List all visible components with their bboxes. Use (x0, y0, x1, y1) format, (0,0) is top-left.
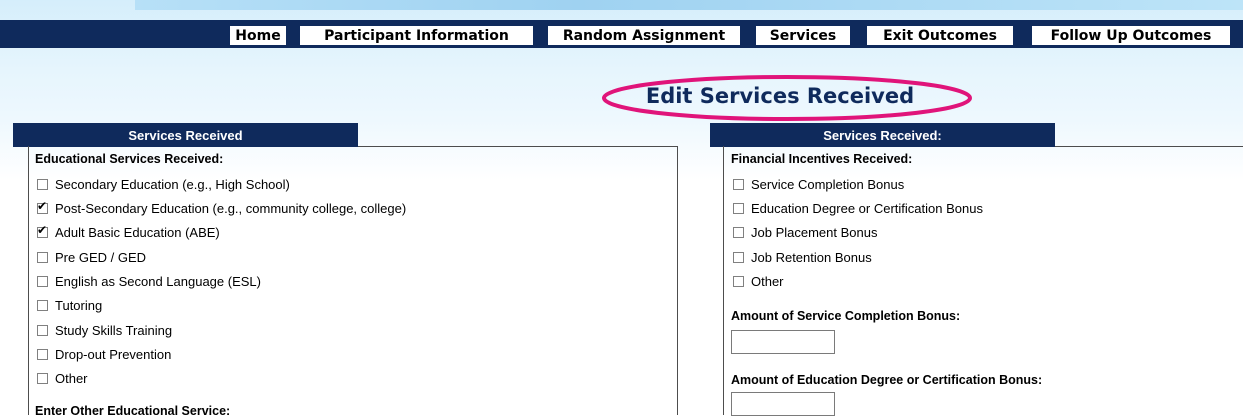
option-label: Tutoring (55, 297, 103, 313)
option-service-completion-bonus[interactable]: Service Completion Bonus (733, 175, 904, 193)
option-study-skills[interactable]: Study Skills Training (37, 321, 172, 339)
checkbox[interactable] (733, 178, 744, 190)
option-label: Other (751, 273, 784, 289)
option-tutoring[interactable]: Tutoring (37, 296, 102, 314)
financial-incentives-label: Financial Incentives Received: (731, 152, 913, 166)
option-secondary-education[interactable]: Secondary Education (e.g., High School) (37, 175, 290, 193)
right-panel-header: Services Received: (710, 123, 1055, 147)
nav-services[interactable]: Services (755, 25, 851, 46)
option-label: English as Second Language (ESL) (55, 273, 261, 289)
amount-education-degree-label: Amount of Education Degree or Certificat… (731, 373, 1043, 387)
checkbox[interactable] (37, 178, 48, 190)
option-esl[interactable]: English as Second Language (ESL) (37, 272, 261, 290)
option-label: Job Placement Bonus (751, 224, 878, 240)
option-label: Job Retention Bonus (751, 249, 872, 265)
title-highlight-ellipse (602, 75, 972, 121)
option-label: Pre GED / GED (55, 249, 147, 265)
nav-follow-up-outcomes[interactable]: Follow Up Outcomes (1031, 25, 1231, 46)
educational-services-label: Educational Services Received: (35, 152, 224, 166)
option-label: Other (55, 370, 88, 386)
checkbox[interactable] (733, 202, 744, 214)
right-panel-left-border (723, 146, 724, 415)
checkbox[interactable] (733, 251, 744, 263)
checkbox[interactable] (37, 251, 48, 263)
left-panel-top-border (358, 146, 678, 147)
checkbox[interactable] (37, 299, 48, 311)
option-other-education[interactable]: Other (37, 369, 88, 387)
option-label: Study Skills Training (55, 322, 173, 338)
checkbox[interactable] (37, 324, 48, 336)
checkbox[interactable] (37, 372, 48, 384)
checkbox[interactable] (37, 348, 48, 360)
header-banner (135, 0, 1243, 10)
nav-exit-outcomes[interactable]: Exit Outcomes (866, 25, 1014, 46)
option-job-placement-bonus[interactable]: Job Placement Bonus (733, 223, 877, 241)
other-educational-service-label: Enter Other Educational Service: (35, 404, 231, 418)
nav-random-assignment[interactable]: Random Assignment (547, 25, 741, 46)
amount-service-completion-label: Amount of Service Completion Bonus: (731, 309, 961, 323)
left-panel-header: Services Received (13, 123, 358, 147)
option-label: Secondary Education (e.g., High School) (55, 176, 290, 192)
right-panel-top-border (1055, 146, 1243, 147)
amount-service-completion-input[interactable] (731, 330, 835, 354)
checkbox[interactable] (733, 226, 744, 238)
nav-home[interactable]: Home (229, 25, 287, 46)
checkbox[interactable] (37, 199, 48, 214)
option-job-retention-bonus[interactable]: Job Retention Bonus (733, 248, 872, 266)
option-post-secondary-education[interactable]: Post-Secondary Education (e.g., communit… (37, 199, 406, 217)
checkbox[interactable] (733, 275, 744, 287)
checkbox[interactable] (37, 223, 48, 238)
option-label: Post-Secondary Education (e.g., communit… (55, 200, 407, 216)
option-label: Service Completion Bonus (751, 176, 905, 192)
option-pre-ged[interactable]: Pre GED / GED (37, 248, 146, 266)
option-drop-out-prevention[interactable]: Drop-out Prevention (37, 345, 171, 363)
option-label: Drop-out Prevention (55, 346, 172, 362)
option-other-incentive[interactable]: Other (733, 272, 784, 290)
left-panel-left-border (28, 146, 29, 415)
nav-participant-information[interactable]: Participant Information (299, 25, 534, 46)
option-adult-basic-education[interactable]: Adult Basic Education (ABE) (37, 223, 220, 241)
left-panel-right-border (677, 146, 678, 415)
amount-education-degree-input[interactable] (731, 392, 835, 416)
option-label: Adult Basic Education (ABE) (55, 224, 220, 240)
checkbox[interactable] (37, 275, 48, 287)
option-education-degree-bonus[interactable]: Education Degree or Certification Bonus (733, 199, 983, 217)
option-label: Education Degree or Certification Bonus (751, 200, 983, 216)
